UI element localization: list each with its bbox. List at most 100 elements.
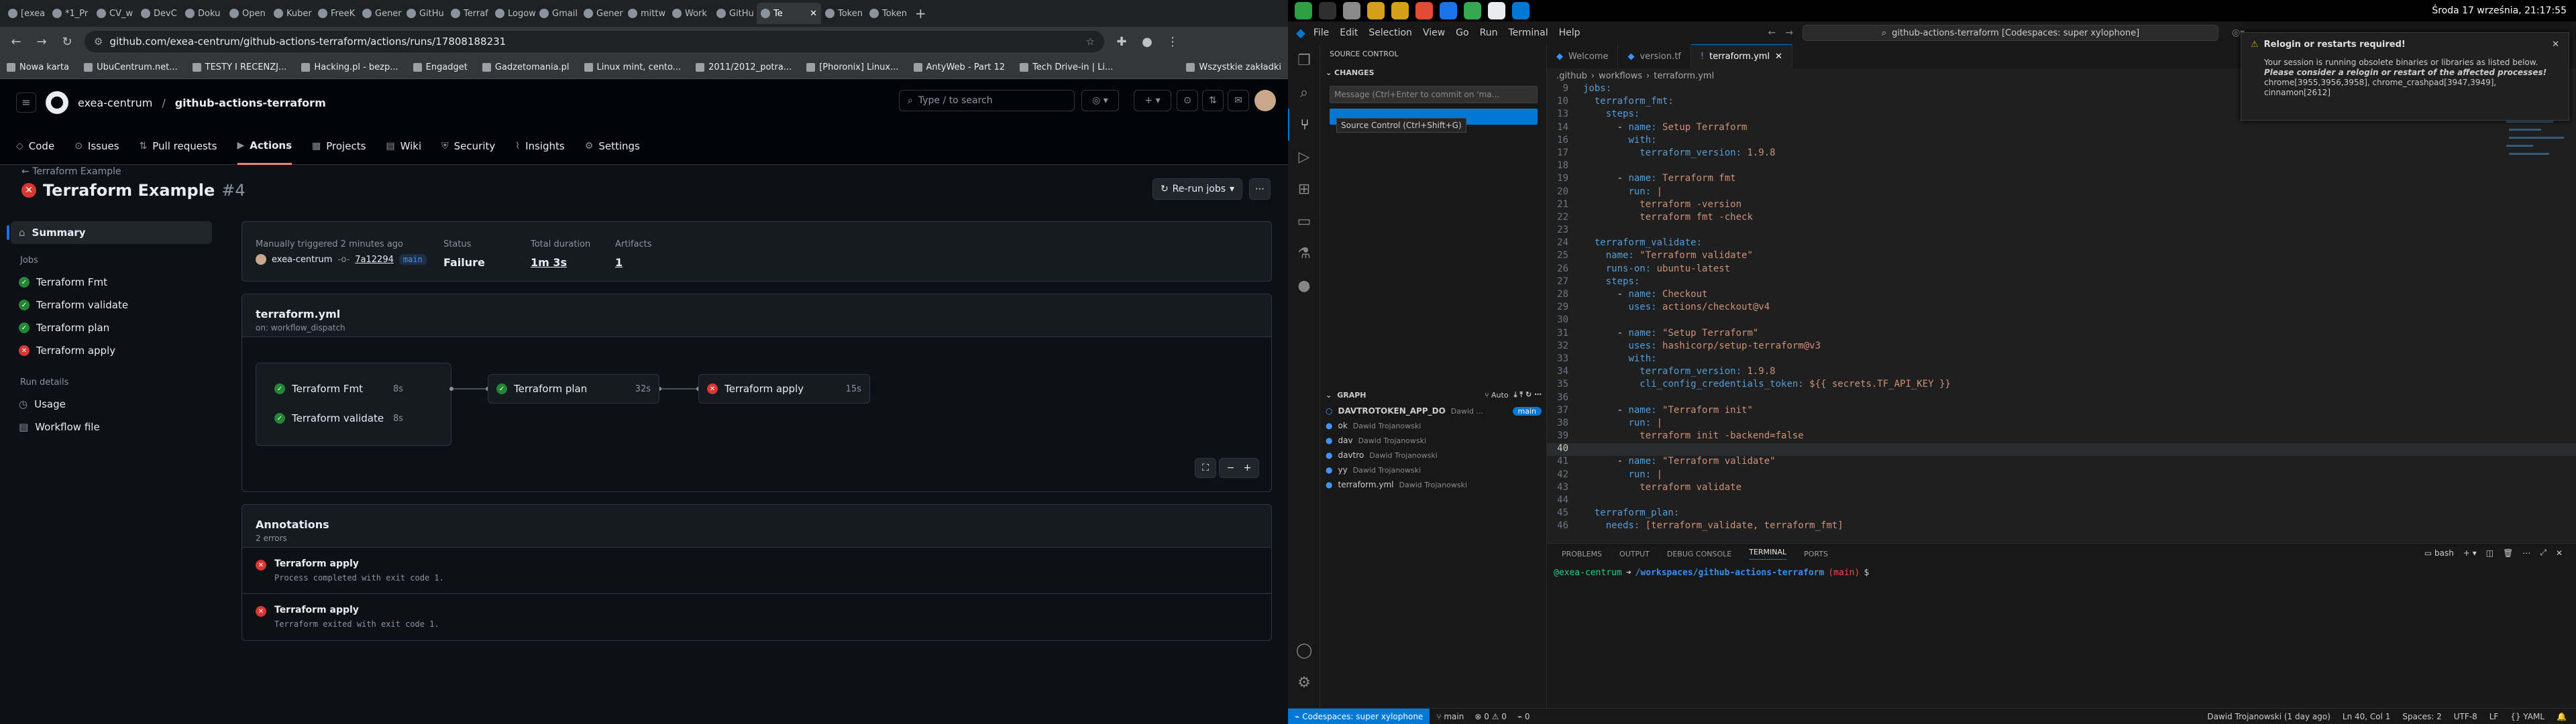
bookmark-item[interactable]: [Phoronix] Linux... xyxy=(806,62,899,72)
breadcrumb-item[interactable]: terraform.yml xyxy=(1654,71,1714,81)
artifacts-value[interactable]: 1 xyxy=(615,256,652,269)
create-new-button[interactable]: + ▾ xyxy=(1134,90,1171,111)
code-line[interactable]: 40 xyxy=(1547,443,2576,457)
code-editor[interactable]: 9 jobs: 10 terraform_fmt: 13 steps: 14 - nam… xyxy=(1547,83,2576,534)
nav-back-icon[interactable]: ← xyxy=(1768,27,1776,38)
annotation-item[interactable]: ✕ Terraform apply Terraform exited with ex… xyxy=(242,594,1271,640)
graph-auto-toggle[interactable]: ⑂ Auto xyxy=(1485,391,1509,400)
menu-go[interactable]: Go xyxy=(1456,27,1468,38)
testing-icon[interactable]: ⚗ xyxy=(1288,237,1320,269)
code-line[interactable]: 32 uses: hashicorp/setup-terraform@v3 xyxy=(1547,341,2576,353)
bookmark-item[interactable]: Tech Drive-in | Li... xyxy=(1020,62,1113,72)
graph-entry[interactable]: ● yy Dawid Trojanowski xyxy=(1326,463,1542,477)
code-line[interactable]: 44 xyxy=(1547,495,2576,507)
tab-actions[interactable]: ▶ Actions xyxy=(237,127,292,165)
cursor-position[interactable]: Ln 40, Col 1 xyxy=(2343,712,2391,721)
browser-tab[interactable]: Te ✕ xyxy=(757,3,821,24)
workflow-job-node[interactable]: ✓ Terraform plan 32s xyxy=(488,374,659,404)
bookmark-item[interactable]: 2011/2012_potra... xyxy=(696,62,792,72)
encoding-status[interactable]: UTF-8 xyxy=(2454,712,2477,721)
explorer-icon[interactable]: ❐ xyxy=(1288,44,1320,76)
duration-value[interactable]: 1m 3s xyxy=(531,256,590,269)
editor-tab[interactable]: ! terraform.yml ✕ xyxy=(1690,44,1792,68)
reload-icon[interactable]: ↻ xyxy=(59,35,75,49)
code-line[interactable]: 43 terraform validate xyxy=(1547,482,2576,495)
remote-indicator[interactable]: ⌁ Codespaces: super xylophone xyxy=(1288,708,1430,724)
breadcrumb-item[interactable]: workflows xyxy=(1599,71,1642,81)
browser-tab[interactable]: Token xyxy=(821,3,865,24)
browser-tab[interactable]: [exea xyxy=(4,3,48,24)
annotation-item[interactable]: ✕ Terraform apply Process completed with e… xyxy=(242,548,1271,594)
back-to-workflow-link[interactable]: ← Terraform Example xyxy=(21,166,121,177)
bookmark-item[interactable]: UbuCentrum.net... xyxy=(84,62,178,72)
panel-tab-debug-console[interactable]: DEBUG CONSOLE xyxy=(1667,550,1731,558)
close-tab-icon[interactable]: ✕ xyxy=(1775,52,1782,62)
split-terminal-icon[interactable]: ◫ xyxy=(2486,548,2493,558)
repo-name-link[interactable]: github-actions-terraform xyxy=(175,97,326,109)
bookmark-item[interactable]: Hacking.pl - bezp... xyxy=(301,62,398,72)
code-line[interactable]: 17 terraform_version: 1.9.8 xyxy=(1547,147,2576,160)
new-tab-icon[interactable]: + xyxy=(915,5,926,21)
code-line[interactable]: 23 xyxy=(1547,225,2576,237)
github-search-input[interactable]: ⌕ Type / to search xyxy=(899,90,1075,111)
forward-icon[interactable]: → xyxy=(34,35,50,49)
browser-tab[interactable]: Open xyxy=(225,3,270,24)
code-line[interactable]: 27 steps: xyxy=(1547,276,2576,289)
bookmark-item[interactable]: Linux mint, cento... xyxy=(584,62,681,72)
user-avatar[interactable] xyxy=(1254,90,1276,111)
code-line[interactable]: 16 with: xyxy=(1547,135,2576,147)
menu-file[interactable]: File xyxy=(1313,27,1329,38)
back-icon[interactable]: ← xyxy=(8,35,24,49)
taskbar-app-icon[interactable] xyxy=(1295,2,1312,19)
bookmark-item[interactable]: AntyWeb - Part 12 xyxy=(913,62,1005,72)
browser-tab[interactable]: Doku xyxy=(181,3,225,24)
code-line[interactable]: 29 uses: actions/checkout@v4 xyxy=(1547,302,2576,314)
browser-tab[interactable]: Gmail xyxy=(535,3,580,24)
bookmark-item[interactable]: TESTY I RECENZJ... xyxy=(192,62,286,72)
commit-link[interactable]: 7a12294 xyxy=(355,255,394,265)
code-line[interactable]: 22 terraform fmt -check xyxy=(1547,212,2576,225)
code-line[interactable]: 36 xyxy=(1547,392,2576,405)
code-line[interactable]: 39 terraform init -backend=false xyxy=(1547,430,2576,443)
taskbar-app-icon[interactable] xyxy=(1440,2,1457,19)
panel-tab-output[interactable]: OUTPUT xyxy=(1619,550,1650,558)
code-line[interactable]: 37 - name: "Terraform init" xyxy=(1547,405,2576,418)
sidebar-item-usage[interactable]: ◷ Usage xyxy=(11,393,212,416)
chrome-menu-icon[interactable]: ⋮ xyxy=(1165,35,1181,49)
notifications-icon[interactable]: ✉ xyxy=(1228,90,1249,111)
editor-tab[interactable]: ◆ Welcome xyxy=(1547,44,1619,68)
tab-pull-requests[interactable]: ⇅ Pull requests xyxy=(140,127,217,165)
browser-tab[interactable]: *1_Pr xyxy=(48,3,93,24)
graph-entry[interactable]: ● davtro Dawid Trojanowski xyxy=(1326,448,1542,463)
indentation-status[interactable]: Spaces: 2 xyxy=(2402,712,2441,721)
kill-terminal-icon[interactable]: 🗑 xyxy=(2503,548,2513,558)
code-line[interactable]: 46 needs: [terraform_validate, terraform… xyxy=(1547,520,2576,533)
extensions-icon[interactable]: ⊞ xyxy=(1288,173,1320,205)
panel-tab-ports[interactable]: PORTS xyxy=(1804,550,1828,558)
menu-view[interactable]: View xyxy=(1423,27,1445,38)
browser-tab[interactable]: Token xyxy=(865,3,910,24)
taskbar-app-icon[interactable] xyxy=(1415,2,1433,19)
tab-settings[interactable]: ⚙ Settings xyxy=(585,127,640,165)
run-more-options-button[interactable]: ⋯ xyxy=(1249,178,1271,200)
code-line[interactable]: 14 - name: Setup Terraform xyxy=(1547,122,2576,135)
clock-text[interactable]: Środa 17 września, 21:17:55 xyxy=(2432,5,2567,16)
accounts-icon[interactable]: ◯ xyxy=(1288,634,1320,666)
source-control-icon[interactable]: ⑂ xyxy=(1288,109,1320,141)
close-notification-icon[interactable]: ✕ xyxy=(2552,40,2559,50)
github-icon[interactable]: ● xyxy=(1288,269,1320,302)
profile-icon[interactable]: ● xyxy=(1139,35,1155,49)
fullscreen-button[interactable]: ⛶ xyxy=(1195,458,1216,478)
browser-tab[interactable]: Work xyxy=(668,3,712,24)
taskbar-app-icon[interactable] xyxy=(1391,2,1409,19)
actor-name[interactable]: exea-centrum xyxy=(272,255,332,265)
manage-gear-icon[interactable]: ⚙ xyxy=(1288,666,1320,699)
browser-tab[interactable]: CV_w xyxy=(93,3,137,24)
menu-terminal[interactable]: Terminal xyxy=(1508,27,1548,38)
tab-code[interactable]: ◇ Code xyxy=(16,127,54,165)
address-bar[interactable]: ⚙ github.com/exea-centrum/github-actions… xyxy=(85,31,1104,52)
bookmark-item[interactable]: Gadzetomania.pl xyxy=(482,62,570,72)
tab-security[interactable]: ⛨ Security xyxy=(441,127,495,165)
code-line[interactable]: 35 cli_config_credentials_token: ${{ sec… xyxy=(1547,379,2576,391)
all-bookmarks-button[interactable]: Wszystkie zakładki xyxy=(1186,62,1281,72)
